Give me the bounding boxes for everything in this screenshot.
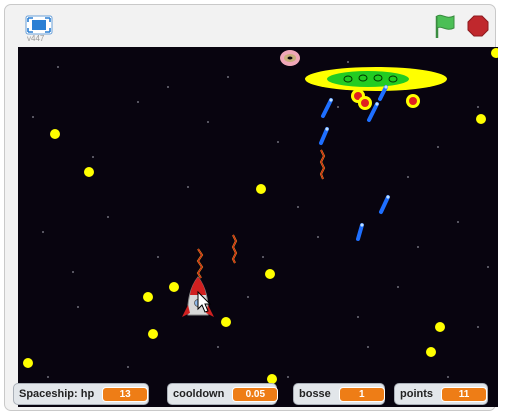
coin	[265, 269, 275, 279]
laser-cores	[197, 149, 325, 279]
monitor-value: 13	[102, 386, 149, 402]
version-label: v447	[27, 34, 45, 43]
monitor-value: 11	[441, 386, 487, 402]
monitor-label: points	[400, 388, 433, 400]
monitor-value: 0.05	[232, 386, 279, 402]
monitor-cooldown: cooldown 0.05	[167, 383, 279, 405]
donut-bonus	[280, 50, 300, 66]
monitor-spaceship-hp: Spaceship: hp 13	[13, 383, 149, 405]
enemy-missile	[321, 98, 333, 118]
coin	[256, 184, 266, 194]
fullscreen-icon[interactable]	[25, 15, 53, 35]
monitor-label: cooldown	[173, 388, 225, 400]
starfield	[32, 61, 489, 398]
game-stage[interactable]	[18, 47, 498, 407]
stage-canvas[interactable]	[18, 47, 498, 407]
coin	[23, 358, 33, 368]
enemy-missile	[319, 127, 329, 145]
player-controls-bar: v447	[5, 5, 495, 44]
monitor-bosse: bosse 1	[293, 383, 385, 405]
coin	[426, 347, 436, 357]
stop-sign-icon[interactable]	[467, 15, 489, 37]
lasers	[196, 149, 326, 279]
enemy-missile-tips	[325, 85, 390, 227]
coin	[148, 329, 158, 339]
monitor-label: Spaceship: hp	[19, 388, 95, 400]
enemy-missile	[356, 223, 364, 241]
coin	[50, 129, 60, 139]
enemy-missiles	[319, 85, 390, 241]
coin	[143, 292, 153, 302]
coin	[491, 48, 498, 58]
coin	[84, 167, 94, 177]
project-player: v447	[4, 4, 498, 411]
coin	[221, 317, 231, 327]
enemy-missile	[379, 195, 390, 214]
coin	[476, 114, 486, 124]
monitor-label: bosse	[299, 388, 331, 400]
coin	[169, 282, 179, 292]
monitor-points: points 11	[394, 383, 488, 405]
green-flag-icon[interactable]	[433, 13, 457, 39]
monitor-value: 1	[338, 386, 385, 402]
boss-ufo	[305, 67, 447, 91]
coin	[435, 322, 445, 332]
coins	[23, 48, 498, 384]
